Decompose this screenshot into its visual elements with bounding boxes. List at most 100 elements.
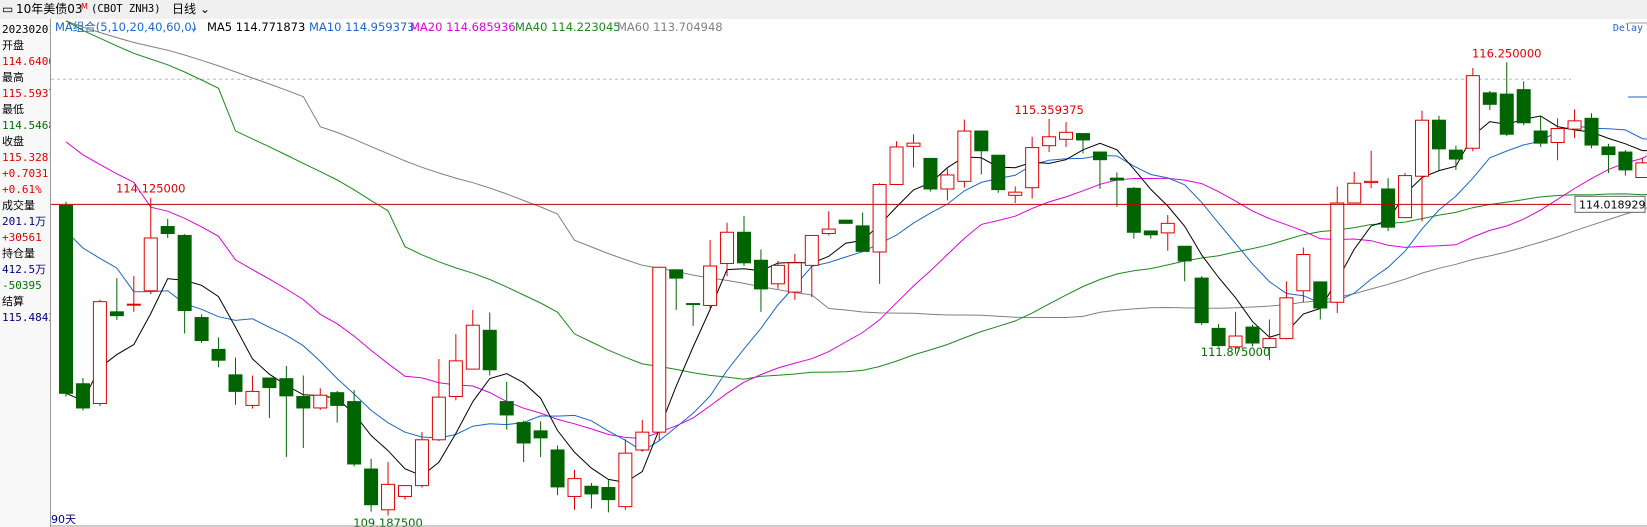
candle-up [92,301,107,405]
candle-down [1076,133,1090,141]
candle-up [313,394,328,409]
candle-up [720,231,735,264]
candle-down [109,311,124,317]
candle-up [465,324,480,370]
candle-up [635,431,650,451]
candle-down [211,348,226,361]
settlement-value: 115.4843 [2,311,50,324]
crosshair-price-label: 114.018929 [1579,198,1645,211]
volume-value: 201.1万 [2,215,47,228]
candle-down [262,377,277,389]
extreme-price-label: 111.875000 [1201,345,1271,359]
candle-up [703,265,718,306]
candle-down [330,392,345,406]
candle-down [737,231,751,264]
delay-indicator: Delay [1613,23,1643,34]
candle-down [686,303,701,306]
candle-down [669,269,684,279]
chevron-down-icon: ⌄ [196,2,210,16]
candle-up [1364,180,1379,184]
candle-down [177,234,192,312]
candle-down [753,259,768,290]
settlement-label: 结算 [2,295,24,308]
candle-down [347,401,362,465]
candle-down [1381,188,1396,228]
candle-up [1059,131,1074,140]
candle-down [1109,177,1124,181]
candle-up [1296,254,1311,292]
quote-date: 20230201 [2,23,50,36]
open-interest-change: -50395 [2,279,42,292]
candle-up [889,146,904,186]
period-selector[interactable]: 日线 ⌄ [172,0,210,19]
candle-up [431,396,446,441]
candle-down [1516,89,1531,124]
candle-up [126,303,141,306]
candle-up [957,130,972,182]
open-interest-label: 持仓量 [2,247,35,260]
low-value: 114.5468 [2,119,50,132]
candle-down [1618,151,1633,171]
candle-down [601,487,616,501]
ma5-legend: MA5 114.771873 [207,20,305,34]
candle-down [1601,146,1616,156]
candle-down [1126,187,1141,233]
candle-down [1194,277,1209,324]
candle-down [1533,130,1548,144]
candle-up [787,262,802,293]
candle-down [838,219,853,224]
candle-up [1635,162,1647,179]
ma-legend: MA组合(5,10,20,40,60,0) ⌄ MA5 114.771873 M… [55,20,723,34]
candle-down [75,383,90,409]
candle-down [550,449,565,488]
open-label: 开盘 [2,39,24,52]
ma10-legend: MA10 114.959373 [309,20,415,34]
low-label: 最低 [2,103,24,116]
change-percent: +0.61% [2,183,42,196]
candle-up [1330,202,1345,303]
candle-down [228,374,243,392]
candle-down [974,130,989,152]
candle-down [1499,93,1514,135]
days-count: 90天 [51,513,76,526]
window-icon: ▭ [2,2,14,16]
extreme-price-label: 114.125000 [116,182,186,196]
chart-window: ▭ 10年美债03 M (CBOT ZNH3) 日线 ⌄ 20230201 开盘… [0,0,1647,527]
candle-up [940,174,955,190]
candle-down [279,378,294,397]
extreme-price-label: 116.250000 [1472,46,1542,60]
quote-panel: 20230201 开盘 114.6406 最高 115.5937 最低 114.… [0,19,51,527]
candle-up [1008,191,1023,196]
volume-change: +30561 [2,231,42,244]
candle-up [821,228,836,235]
candle-up [1279,297,1294,340]
ma-group-chevron-icon[interactable]: ⌄ [189,20,199,34]
chart-background [51,19,1647,527]
instrument-title: 10年美债03 [16,2,83,16]
candle-up [872,184,887,253]
ma40-legend: MA40 114.223045 [515,20,621,34]
candle-up [906,142,921,147]
candle-down [160,226,175,235]
open-value: 114.6406 [2,55,50,68]
candle-down [1143,230,1158,236]
candle-down [1448,149,1463,160]
candle-up [652,266,667,433]
candle-down [1211,327,1226,347]
candle-up [1347,182,1362,204]
extreme-price-label: 115.359375 [1014,103,1084,117]
candle-down [1245,326,1260,344]
ma20-legend: MA20 114.685936 [410,20,516,34]
close-label: 收盘 [2,135,24,148]
kline-chart[interactable]: MA组合(5,10,20,40,60,0) ⌄ MA5 114.771873 M… [51,19,1647,527]
candle-down [855,225,870,252]
candle-down [991,154,1006,191]
open-interest-value: 412.5万 [2,263,47,276]
candle-down [1177,245,1192,262]
candle-up [143,237,158,292]
candle-down [1313,281,1328,309]
high-value: 115.5937 [2,87,50,100]
main-contract-badge: M [81,2,88,11]
candle-up [1398,175,1413,219]
candle-down [584,485,599,495]
